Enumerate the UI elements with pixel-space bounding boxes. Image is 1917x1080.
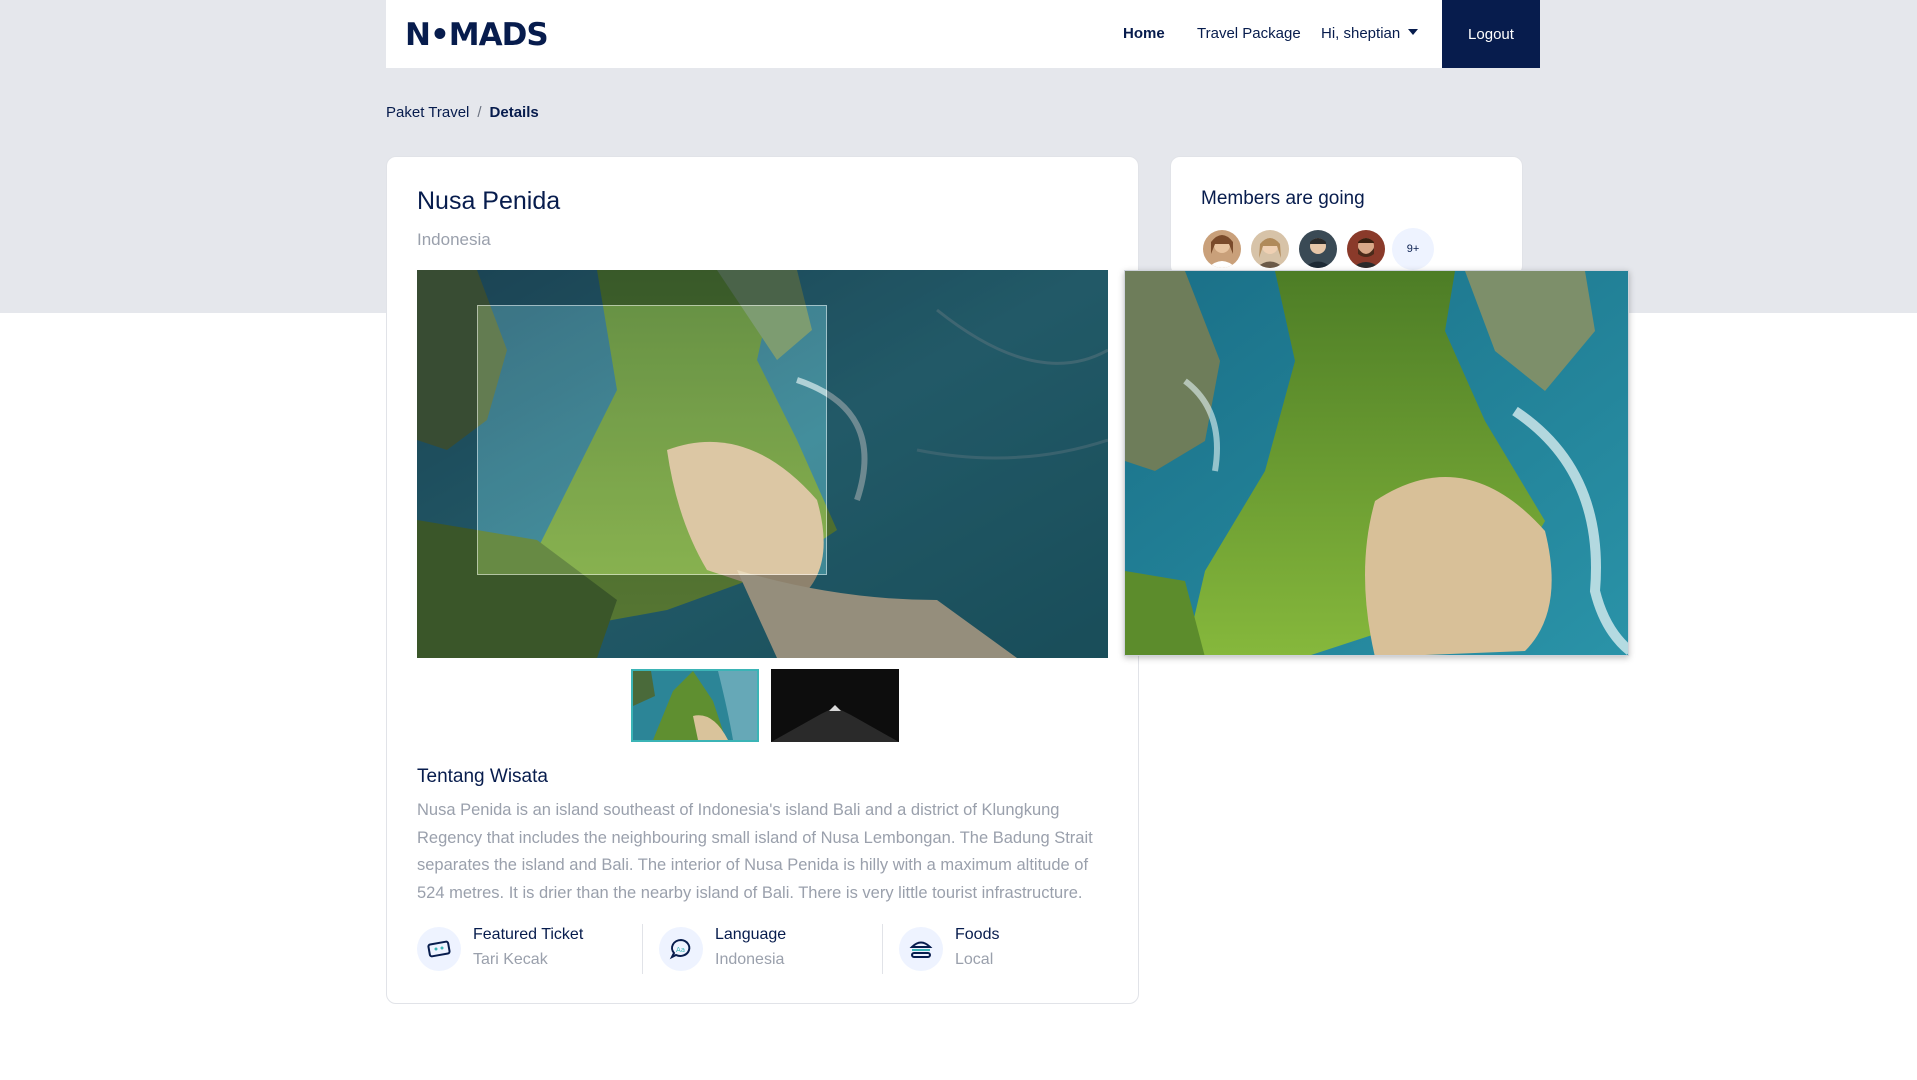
feature-name: Featured Ticket (473, 926, 584, 943)
members-card: Members are going 9+ (1170, 156, 1523, 276)
members-title: Members are going (1201, 188, 1365, 209)
zoom-preview-panel (1124, 270, 1629, 656)
logout-button[interactable]: Logout (1442, 0, 1540, 68)
caret-down-icon (1408, 29, 1419, 35)
user-greeting: Hi, sheptian (1321, 25, 1401, 42)
user-menu-dropdown[interactable]: Hi, sheptian (1321, 25, 1419, 42)
zoom-shade-top (417, 270, 1108, 305)
avatar[interactable] (1201, 228, 1243, 270)
thumbnail-nusa-penida[interactable] (631, 669, 759, 742)
breadcrumb-item-details: Details (489, 104, 539, 121)
zoom-shade-left (417, 305, 477, 575)
feature-value: Tari Kecak (473, 951, 548, 968)
thumbnail-dark-mountain[interactable] (771, 669, 899, 742)
burger-icon (899, 927, 943, 971)
feature-name: Foods (955, 926, 1000, 943)
feature-name: Language (715, 926, 787, 943)
language-chat-icon: Aa (659, 927, 703, 971)
zoom-shade-bottom (417, 575, 1108, 658)
nav-link-home[interactable]: Home (1123, 25, 1165, 42)
svg-text:Aa: Aa (676, 946, 685, 954)
ticket-icon (417, 927, 461, 971)
avatar[interactable] (1249, 228, 1291, 270)
breadcrumb: Paket Travel / Details (386, 104, 539, 121)
zoom-shade-right (827, 305, 1108, 575)
feature-divider (882, 924, 883, 974)
about-title: Tentang Wisata (417, 766, 548, 787)
brand-logo[interactable]: N•MADS (405, 17, 549, 53)
avatar[interactable] (1297, 228, 1339, 270)
destination-title: Nusa Penida (417, 187, 561, 215)
gallery-main-image[interactable] (417, 270, 1108, 658)
thumbnail-image (771, 669, 899, 742)
detail-card: Nusa Penida Indonesia Tentang Wisata Nus… (386, 156, 1139, 1004)
zoomed-photo (1125, 271, 1628, 655)
navbar: N•MADS Home Travel Package Hi, sheptian … (386, 0, 1540, 68)
avatar[interactable] (1345, 228, 1387, 270)
zoom-lens[interactable] (477, 305, 827, 575)
breadcrumb-item-paket-travel[interactable]: Paket Travel (386, 104, 469, 121)
feature-divider (642, 924, 643, 974)
about-description: Nusa Penida is an island southeast of In… (417, 801, 1093, 902)
more-members-badge[interactable]: 9+ (1392, 228, 1434, 270)
breadcrumb-separator: / (477, 104, 482, 121)
destination-country: Indonesia (417, 230, 491, 249)
feature-list: Featured Ticket Tari Kecak Aa Language I… (417, 924, 1109, 974)
feature-value: Indonesia (715, 951, 785, 968)
nav-link-travel-package[interactable]: Travel Package (1197, 25, 1301, 42)
thumbnail-image (633, 671, 757, 740)
feature-value: Local (955, 951, 994, 968)
